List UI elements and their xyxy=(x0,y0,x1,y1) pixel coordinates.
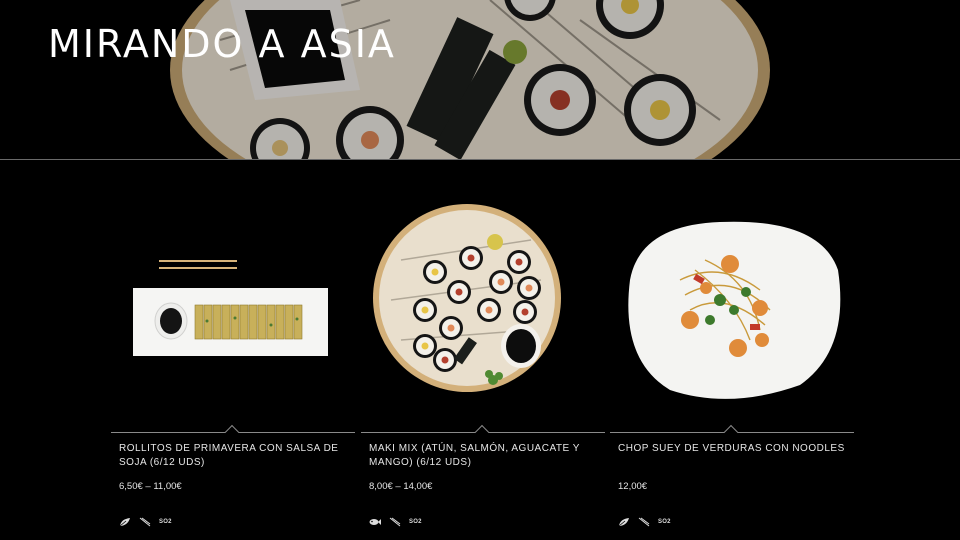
product-price: 6,50€ – 11,00€ xyxy=(119,481,182,492)
product-card-maki-mix[interactable]: MAKI MIX (ATÚN, SALMÓN, AGUACATE Y MANGO… xyxy=(361,200,605,540)
allergen-tag: SO2 xyxy=(658,519,671,525)
spring-rolls-image xyxy=(133,260,328,356)
card-divider xyxy=(361,424,605,440)
leaf-icon xyxy=(618,518,629,527)
chop-suey-image xyxy=(628,221,841,399)
product-name[interactable]: CHOP SUEY DE VERDURAS CON NOODLES xyxy=(618,442,850,456)
chopsticks-icon xyxy=(389,517,401,527)
banner-divider xyxy=(0,159,960,160)
product-price: 8,00€ – 14,00€ xyxy=(369,481,433,492)
product-card-chop-suey[interactable]: CHOP SUEY DE VERDURAS CON NOODLES 12,00€… xyxy=(610,200,854,540)
allergen-tag: SO2 xyxy=(409,519,422,525)
product-name[interactable]: ROLLITOS DE PRIMAVERA CON SALSA DE SOJA … xyxy=(119,442,351,470)
allergen-tag: SO2 xyxy=(159,519,172,525)
product-card-spring-rolls[interactable]: ROLLITOS DE PRIMAVERA CON SALSA DE SOJA … xyxy=(111,200,355,540)
header-banner: MIRANDO A ASIA xyxy=(0,0,960,160)
allergen-icons: SO2 xyxy=(369,516,422,528)
allergen-icons: SO2 xyxy=(618,516,671,528)
card-divider xyxy=(111,424,355,440)
product-name[interactable]: MAKI MIX (ATÚN, SALMÓN, AGUACATE Y MANGO… xyxy=(369,442,601,470)
fish-icon xyxy=(369,519,381,525)
page-title: MIRANDO A ASIA xyxy=(48,22,396,66)
chopsticks-icon xyxy=(139,517,151,527)
allergen-icons: SO2 xyxy=(119,516,172,528)
chopsticks-icon xyxy=(638,517,650,527)
product-price: 12,00€ xyxy=(618,481,648,492)
leaf-icon xyxy=(119,518,130,527)
maki-mix-image xyxy=(373,204,561,392)
card-divider xyxy=(610,424,854,440)
